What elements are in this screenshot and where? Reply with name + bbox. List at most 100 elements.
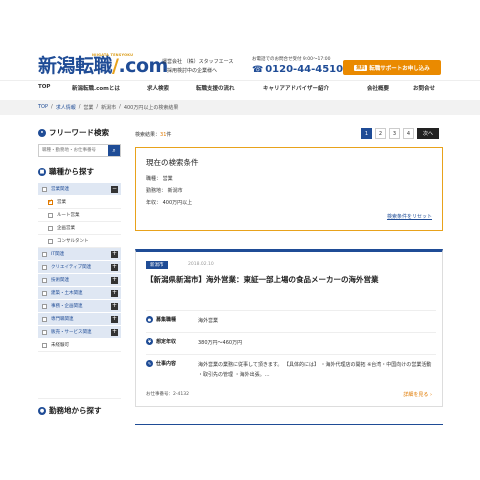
category-it[interactable]: IT関連 + bbox=[38, 248, 121, 261]
breadcrumb-sep: / bbox=[96, 104, 99, 110]
row-label: ● 募集職種 bbox=[146, 311, 198, 323]
checkbox[interactable] bbox=[42, 277, 47, 283]
result-count: 検索結果：31件 bbox=[135, 131, 171, 138]
category-label: 企画営業 bbox=[57, 226, 75, 231]
page-button[interactable]: 4 bbox=[403, 128, 414, 139]
expand-icon[interactable]: + bbox=[111, 316, 118, 323]
nav-item-search[interactable]: 求人検索 bbox=[147, 84, 169, 92]
checkbox[interactable] bbox=[42, 342, 47, 348]
category-list: 営業関連 − 営業 ルート営業 企画営業 コンサルタント IT関連 + クリエイティ… bbox=[38, 183, 121, 352]
category-sales-sub[interactable]: 営業 bbox=[38, 196, 121, 209]
location-title-text: 勤務地から探す bbox=[49, 406, 102, 415]
checkbox[interactable] bbox=[48, 212, 53, 218]
job-id: お仕事番号：2-4132 bbox=[146, 392, 189, 397]
category-label: 事務・企画関連 bbox=[51, 304, 83, 309]
category-inexperienced[interactable]: 未経験可 bbox=[38, 339, 121, 352]
breadcrumb-top[interactable]: TOP bbox=[38, 104, 48, 111]
category-retail[interactable]: 販売・サービス関連 + bbox=[38, 326, 121, 339]
breadcrumb-current: 400万円以上の検索結果 bbox=[123, 105, 179, 111]
category-label: ルート営業 bbox=[57, 213, 80, 218]
nav-item-flow[interactable]: 転職支援の流れ bbox=[196, 84, 235, 92]
category-consultant[interactable]: コンサルタント bbox=[38, 235, 121, 248]
checkbox[interactable] bbox=[42, 303, 47, 309]
sidebar-divider bbox=[38, 398, 121, 399]
category-creative[interactable]: クリエイティブ関連 + bbox=[38, 261, 121, 274]
job-row-position: ● 募集職種 海外営業 bbox=[146, 310, 436, 332]
checkbox[interactable] bbox=[42, 251, 47, 257]
location-title: ● 勤務地から探す bbox=[38, 405, 102, 416]
category-label: 建築・土木関連 bbox=[51, 291, 83, 296]
nav-item-top[interactable]: TOP bbox=[38, 84, 50, 90]
logo-text: 新潟転職 bbox=[38, 55, 113, 77]
phone-icon: ☎ bbox=[252, 64, 264, 75]
checkbox[interactable] bbox=[42, 290, 47, 296]
search-input[interactable] bbox=[39, 145, 109, 156]
phone-label: お電話でのお問合せ受付 9:00〜17:00 bbox=[252, 57, 331, 62]
condition-job: 職種： 営業 bbox=[146, 176, 173, 182]
expand-icon[interactable]: + bbox=[111, 251, 118, 258]
condition-salary: 年収： 400万円以上 bbox=[146, 200, 193, 206]
checkbox[interactable] bbox=[42, 264, 47, 270]
next-card-top-border bbox=[135, 424, 443, 425]
reset-conditions-link[interactable]: 検索条件をリセット bbox=[387, 213, 432, 220]
checkbox[interactable] bbox=[42, 186, 47, 192]
company-info: 運営会社 （株）スタッフエース ・採用検討中の企業様へ bbox=[162, 58, 233, 76]
breadcrumb-sales: 営業 bbox=[83, 105, 94, 111]
page-button[interactable]: 3 bbox=[389, 128, 400, 139]
checkbox-checked[interactable] bbox=[48, 198, 53, 205]
checkbox[interactable] bbox=[42, 329, 47, 335]
category-office[interactable]: 事務・企画関連 + bbox=[38, 300, 121, 313]
details-link[interactable]: 詳細を見る › bbox=[403, 391, 432, 398]
checkbox[interactable] bbox=[42, 316, 47, 322]
category-construction[interactable]: 建築・土木関連 + bbox=[38, 287, 121, 300]
category-label: 未経験可 bbox=[51, 343, 69, 348]
category-planning-sales[interactable]: 企画営業 bbox=[38, 222, 121, 235]
expand-icon[interactable]: + bbox=[111, 303, 118, 310]
expand-icon[interactable]: + bbox=[111, 264, 118, 271]
next-page-button[interactable]: 次へ bbox=[417, 128, 439, 139]
person-icon: ● bbox=[146, 316, 153, 323]
search-button[interactable]: ⌕ bbox=[108, 145, 120, 156]
category-sales[interactable]: 営業関連 − bbox=[38, 183, 121, 196]
company-name: 運営会社 （株）スタッフエース bbox=[162, 59, 234, 65]
nav-item-about[interactable]: 新潟転職.comとは bbox=[72, 84, 120, 92]
support-apply-button[interactable]: 無料 転職サポートお申し込み bbox=[343, 60, 441, 75]
breadcrumb-jobs[interactable]: 求人情報 bbox=[56, 104, 76, 111]
breadcrumb-sep: / bbox=[51, 104, 53, 110]
category-label: 技術関連 bbox=[51, 278, 69, 283]
checkbox[interactable] bbox=[48, 225, 53, 231]
collapse-icon[interactable]: − bbox=[111, 186, 118, 193]
site-logo[interactable]: 新潟転職/.com bbox=[38, 57, 168, 76]
expand-icon[interactable]: + bbox=[111, 290, 118, 297]
category-route-sales[interactable]: ルート営業 bbox=[38, 209, 121, 222]
search-conditions-box: 現在の検索条件 職種： 営業 勤務地： 新潟市 年収： 400万円以上 検索条件… bbox=[135, 147, 443, 231]
phone-number[interactable]: ☎ 0120-44-4510 bbox=[252, 64, 343, 75]
expand-icon[interactable]: + bbox=[111, 277, 118, 284]
expand-icon[interactable]: + bbox=[111, 329, 118, 336]
freeword-title-text: フリーワード検索 bbox=[49, 128, 109, 137]
location-tag: 新潟市 bbox=[146, 261, 168, 269]
employer-link[interactable]: ・採用検討中の企業様へ bbox=[162, 67, 233, 76]
freeword-title: • フリーワード検索 bbox=[38, 127, 121, 138]
job-title[interactable]: 【新潟県新潟市】海外営業：東証一部上場の食品メーカーの海外営業 bbox=[146, 274, 436, 286]
nav-item-company[interactable]: 会社概要 bbox=[367, 84, 389, 92]
nav-item-advisors[interactable]: キャリアアドバイザー紹介 bbox=[263, 84, 329, 92]
breadcrumb: TOP / 求人情報 / 営業 / 新潟市/ 400万円以上の検索結果 bbox=[38, 104, 178, 111]
category-specialist[interactable]: 専門職関連 + bbox=[38, 313, 121, 326]
category-label: IT関連 bbox=[51, 252, 65, 257]
search-icon: ⌕ bbox=[112, 146, 116, 154]
category-label: 営業 bbox=[57, 200, 66, 205]
pencil-icon: ✎ bbox=[146, 360, 153, 367]
page-button[interactable]: 2 bbox=[375, 128, 386, 139]
category-label: 専門職関連 bbox=[51, 317, 74, 322]
breadcrumb-sep: / bbox=[78, 104, 81, 110]
main-nav: TOP 新潟転職.comとは 求人検索 転職支援の流れ キャリアアドバイザー紹介… bbox=[0, 80, 480, 95]
nav-item-contact[interactable]: お問合せ bbox=[413, 84, 435, 92]
category-tech[interactable]: 技術関連 + bbox=[38, 274, 121, 287]
job-date: 2018.02.10 bbox=[188, 262, 214, 267]
row-value: 380万円〜460万円 bbox=[198, 340, 243, 346]
row-label-text: 募集職種 bbox=[156, 317, 177, 323]
conditions-title: 現在の検索条件 bbox=[146, 158, 199, 167]
page-button[interactable]: 1 bbox=[361, 128, 372, 139]
checkbox[interactable] bbox=[48, 238, 53, 244]
